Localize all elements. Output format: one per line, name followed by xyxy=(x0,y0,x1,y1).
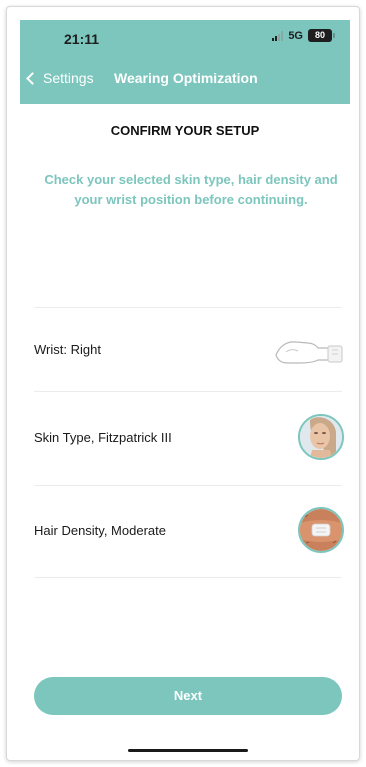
signal-icon xyxy=(272,30,284,41)
divider xyxy=(34,391,342,392)
instructions-text: Check your selected skin type, hair dens… xyxy=(44,172,338,207)
status-time: 21:11 xyxy=(64,31,100,47)
hair-density-icon xyxy=(298,507,344,553)
skin-type-icon xyxy=(298,414,344,460)
phone-frame xyxy=(6,6,360,761)
page-title: Wearing Optimization xyxy=(114,70,258,86)
chevron-left-icon xyxy=(26,71,39,85)
app-header: 21:11 5G 80 Settings Wearing Optimizatio… xyxy=(20,20,350,104)
back-button[interactable]: Settings xyxy=(24,70,94,86)
battery-icon: 80 xyxy=(308,29,335,42)
section-heading: CONFIRM YOUR SETUP xyxy=(110,123,260,138)
network-type: 5G xyxy=(288,29,303,42)
divider xyxy=(34,577,342,578)
hair-density-label: Hair Density, Moderate xyxy=(34,523,166,538)
home-indicator[interactable] xyxy=(128,749,248,752)
divider xyxy=(34,485,342,486)
divider xyxy=(34,307,342,308)
status-indicators: 5G 80 xyxy=(272,29,335,42)
wrist-icon xyxy=(275,341,343,364)
skin-type-label: Skin Type, Fitzpatrick III xyxy=(34,430,172,445)
wrist-label: Wrist: Right xyxy=(34,342,101,357)
next-button[interactable]: Next xyxy=(34,677,342,715)
back-label: Settings xyxy=(43,70,94,86)
